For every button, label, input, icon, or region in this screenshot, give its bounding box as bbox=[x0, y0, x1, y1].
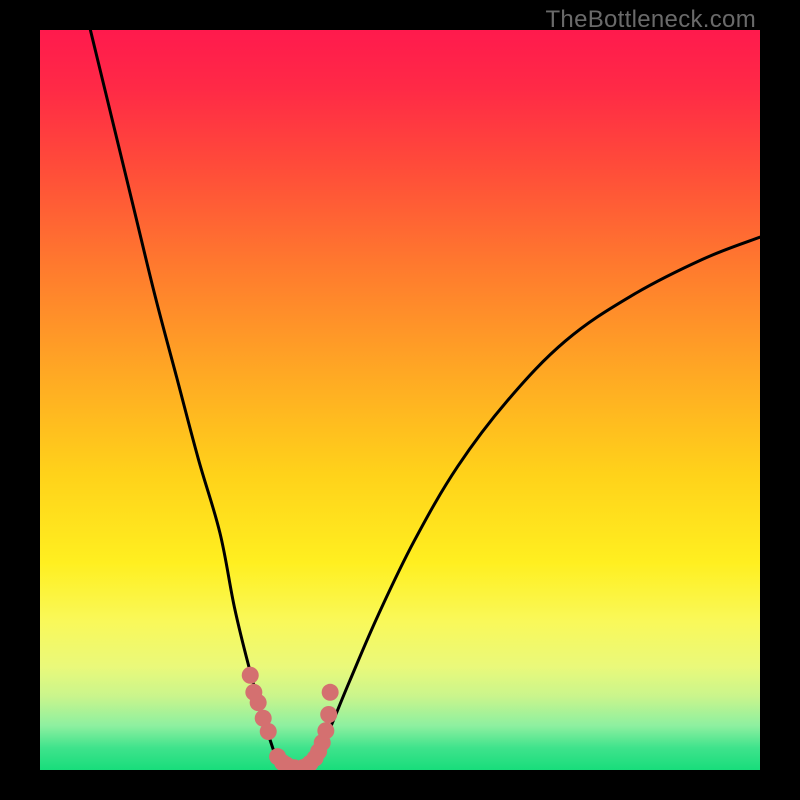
plot-area bbox=[40, 30, 760, 770]
data-point bbox=[320, 706, 337, 723]
chart-frame: TheBottleneck.com bbox=[0, 0, 800, 800]
data-point bbox=[242, 667, 259, 684]
data-point bbox=[322, 684, 339, 701]
data-point bbox=[250, 694, 267, 711]
data-points bbox=[242, 667, 339, 770]
curve-path bbox=[90, 30, 760, 769]
curve-layer bbox=[40, 30, 760, 770]
bottleneck-curve bbox=[90, 30, 760, 769]
data-point bbox=[260, 723, 277, 740]
data-point bbox=[317, 722, 334, 739]
